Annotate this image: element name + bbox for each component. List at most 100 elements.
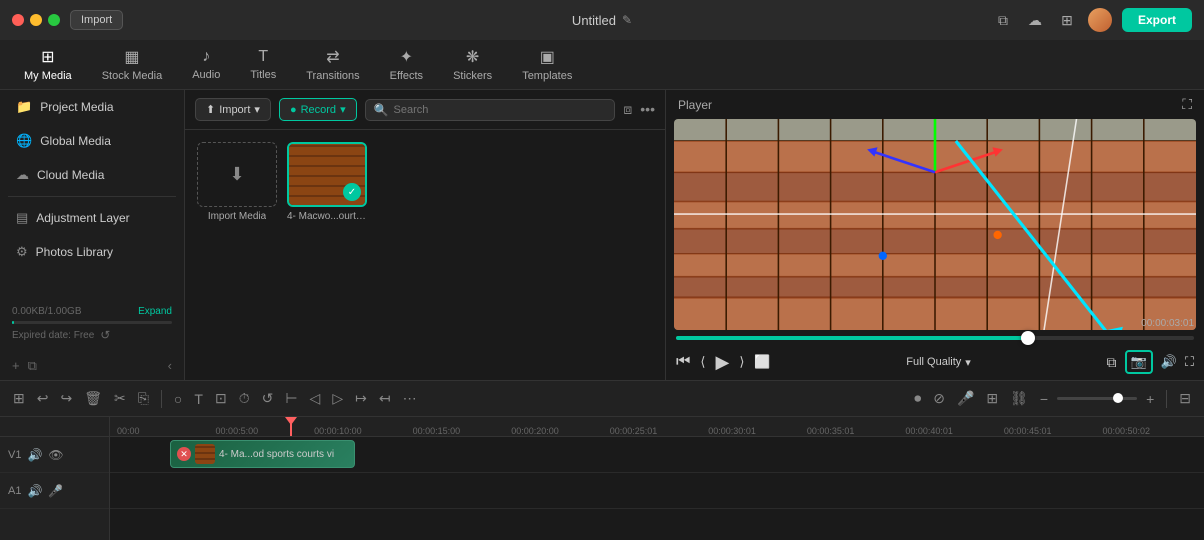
- crop-tl-icon[interactable]: ⊡: [212, 387, 230, 410]
- copy-icon[interactable]: ⎘: [135, 387, 152, 410]
- media-item-label: 4- Macwo...ourts video: [287, 211, 367, 222]
- progress-bar[interactable]: [676, 336, 1194, 340]
- crop-icon[interactable]: ⬜: [754, 354, 770, 370]
- v1-speaker-icon[interactable]: 🔊: [27, 448, 42, 462]
- cloud-media-icon: ☁: [16, 167, 29, 183]
- import-button[interactable]: Import: [70, 10, 123, 30]
- settings-icon[interactable]: ⧉: [1107, 354, 1117, 371]
- sidebar-item-cloud-media[interactable]: ☁ Cloud Media: [4, 159, 180, 191]
- refresh-icon[interactable]: ↺: [100, 328, 110, 342]
- tab-titles[interactable]: T Titles: [236, 43, 290, 86]
- delete-icon[interactable]: 🗑: [81, 387, 105, 410]
- media-insert-icon[interactable]: ⊞: [983, 387, 1001, 410]
- screen-mirror-icon[interactable]: ⧉: [992, 9, 1014, 31]
- backward-icon[interactable]: ↤: [376, 387, 394, 410]
- import-media-button[interactable]: ⬆ Import ▾: [195, 98, 271, 121]
- redo-icon[interactable]: ↪: [57, 387, 75, 410]
- a1-mic-icon[interactable]: 🎤: [48, 484, 63, 498]
- zoom-thumb[interactable]: [1113, 393, 1123, 403]
- quality-selector[interactable]: Full Quality ▾: [906, 356, 971, 369]
- minimize-button[interactable]: [30, 14, 42, 26]
- ruler-mark-1: 00:00:5:00: [214, 426, 313, 436]
- search-input[interactable]: [394, 104, 607, 116]
- a1-speaker-icon[interactable]: 🔊: [27, 484, 42, 498]
- sidebar-item-photos-library[interactable]: ⚙ Photos Library: [4, 236, 180, 268]
- fullscreen-icon[interactable]: ⛶: [1182, 96, 1192, 113]
- audio-sync-icon[interactable]: ⋯: [400, 387, 420, 410]
- media-toolbar-icons: ⧈ •••: [623, 101, 655, 118]
- volume-icon[interactable]: 🔊: [1161, 354, 1177, 370]
- link-icon[interactable]: ⛓: [1007, 387, 1031, 410]
- rotate-icon[interactable]: ↺: [259, 387, 277, 410]
- shield-icon[interactable]: ⊘: [930, 387, 948, 410]
- import-chevron-icon: ▾: [254, 103, 260, 116]
- tab-stickers[interactable]: ❋ Stickers: [439, 42, 506, 87]
- text-icon[interactable]: T: [191, 388, 206, 410]
- v1-eye-icon[interactable]: 👁: [48, 448, 63, 462]
- mute-icon[interactable]: ○: [171, 388, 185, 410]
- tab-my-media[interactable]: ⊞ My Media: [10, 42, 86, 87]
- tab-audio[interactable]: ♪ Audio: [178, 43, 234, 86]
- tab-templates[interactable]: ▣ Templates: [508, 42, 586, 87]
- export-button[interactable]: Export: [1122, 8, 1192, 32]
- play-button[interactable]: ▶: [715, 352, 729, 373]
- step-back-icon[interactable]: ⏮: [676, 353, 690, 371]
- record-button[interactable]: ● Record ▾: [279, 98, 357, 121]
- sidebar-item-global-media[interactable]: 🌐 Global Media: [4, 125, 180, 157]
- timeline-content: V1 🔊 👁 A1 🔊 🎤 00:00 00:00:5:00: [0, 417, 1204, 540]
- import-media-item[interactable]: ⬇ Import Media: [197, 142, 277, 222]
- timeline-tracks: ✕ 4- Ma...od sports courts vi: [110, 437, 1204, 540]
- view-options-icon[interactable]: ⊟: [1176, 387, 1194, 410]
- mic-icon[interactable]: 🎤: [954, 387, 977, 410]
- frame-back-icon[interactable]: ⟨: [700, 354, 705, 370]
- playhead-triangle: [285, 417, 297, 425]
- clip-delete-icon[interactable]: ✕: [177, 447, 191, 461]
- speed-icon[interactable]: ⏱: [236, 387, 253, 410]
- filter-icon[interactable]: ⧈: [623, 101, 632, 118]
- sidebar-item-project-media[interactable]: 📁 Project Media: [4, 91, 180, 123]
- tab-transitions[interactable]: ⇄ Transitions: [292, 42, 373, 87]
- v1-track: ✕ 4- Ma...od sports courts vi: [110, 437, 1204, 473]
- title-right-icons: ⧉ ☁ ⊞ Export: [992, 8, 1192, 32]
- minus-icon[interactable]: −: [1037, 388, 1051, 410]
- sidebar-item-adjustment-layer[interactable]: ▤ Adjustment Layer: [4, 202, 180, 234]
- cloud-icon[interactable]: ☁: [1024, 9, 1046, 31]
- import-media-box[interactable]: ⬇: [197, 142, 277, 207]
- tab-effects[interactable]: ✦ Effects: [376, 42, 437, 87]
- screenshot-button[interactable]: 📷: [1125, 350, 1153, 374]
- title-edit-icon[interactable]: ✎: [622, 13, 632, 27]
- trim-right-icon[interactable]: ▷: [329, 387, 346, 410]
- split-icon[interactable]: ⊢: [282, 387, 300, 410]
- forward-icon[interactable]: ↦: [352, 387, 370, 410]
- checkmark-badge: ✓: [343, 183, 361, 201]
- progress-fill: [676, 336, 1028, 340]
- zoom-slider[interactable]: [1057, 397, 1137, 400]
- add-media-icon[interactable]: +: [12, 358, 20, 374]
- media-item-clip1[interactable]: ✓ 4- Macwo...ourts video: [287, 142, 367, 222]
- grid-icon[interactable]: ⊞: [1056, 9, 1078, 31]
- frame-forward-icon[interactable]: ⟩: [739, 354, 744, 370]
- expand-storage[interactable]: Expand: [138, 306, 172, 317]
- tab-stock-media[interactable]: ▦ Stock Media: [88, 42, 177, 87]
- maximize-button[interactable]: [48, 14, 60, 26]
- fullscreen-player-icon[interactable]: ⛶: [1185, 354, 1194, 370]
- record-tl-icon[interactable]: ⏺: [911, 387, 924, 410]
- progress-thumb[interactable]: [1021, 331, 1035, 345]
- avatar[interactable]: [1088, 8, 1112, 32]
- add-icon: ⬇: [229, 164, 244, 185]
- close-button[interactable]: [12, 14, 24, 26]
- media-thumbnail[interactable]: ✓: [287, 142, 367, 207]
- ruler-mark-5: 00:00:25:01: [608, 426, 707, 436]
- ruler-mark-3: 00:00:15:00: [411, 426, 510, 436]
- trim-left-icon[interactable]: ◁: [307, 387, 324, 410]
- playhead[interactable]: [290, 417, 292, 436]
- undo-icon[interactable]: ↩: [34, 387, 52, 410]
- scissors-icon[interactable]: ✂: [111, 387, 129, 410]
- video-clip[interactable]: ✕ 4- Ma...od sports courts vi: [170, 440, 355, 468]
- more-options-icon[interactable]: •••: [640, 101, 655, 118]
- media-search-icon[interactable]: ⧉: [28, 358, 37, 374]
- my-media-icon: ⊞: [41, 47, 54, 67]
- cut-icon[interactable]: ⊞: [10, 387, 28, 410]
- plus-tl-icon[interactable]: +: [1143, 388, 1157, 410]
- collapse-sidebar-icon[interactable]: ‹: [168, 358, 172, 374]
